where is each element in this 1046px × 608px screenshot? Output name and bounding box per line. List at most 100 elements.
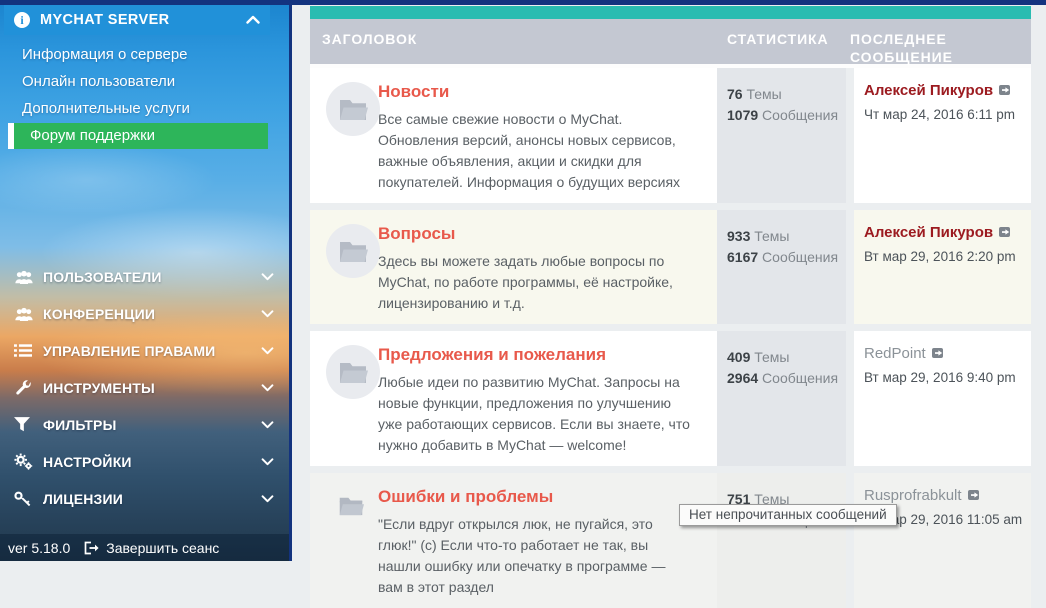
column-header-title: ЗАГОЛОВОК [322,31,418,47]
sidebar-sections: ПОЛЬЗОВАТЕЛИ КОНФЕРЕНЦИИ УПРАВЛЕНИЕ ПРАВ… [0,258,289,517]
logout-button[interactable]: Завершить сеанс [84,540,219,556]
forum-table-header: ЗАГОЛОВОК СТАТИСТИКА ПОСЛЕДНЕЕ СООБЩЕНИЕ [310,19,1031,65]
messages-count: 1079 [727,107,759,123]
forum-cell-title: Вопросы Здесь вы можете задать любые воп… [310,210,717,324]
goto-last-post-icon[interactable] [999,225,1013,243]
last-post-user-link[interactable]: Алексей Пикуров [864,82,993,99]
sidebar-section-label: ЛИЦЕНЗИИ [43,490,124,507]
key-icon [14,490,36,508]
sidebar-section-label: КОНФЕРЕНЦИИ [43,305,156,322]
sidebar-section-settings[interactable]: НАСТРОЙКИ [0,443,289,480]
last-post-user-link[interactable]: RedPoint [864,345,926,362]
topics-label: Темы [746,86,782,102]
sidebar-section-rights-management[interactable]: УПРАВЛЕНИЕ ПРАВАМИ [0,332,289,369]
forum-cell-last-message: Rusprofrabkult Вт мар 29, 2016 11:05 am [854,473,1031,608]
sidebar-item-extra-services[interactable]: Дополнительные услуги [0,95,289,122]
forum-cell-last-message: Алексей Пикуров Чт мар 24, 2016 6:11 pm [854,68,1031,203]
sidebar-section-label: НАСТРОЙКИ [43,453,132,470]
sidebar-section-label: ПОЛЬЗОВАТЕЛИ [43,268,162,285]
topics-label: Темы [754,228,790,244]
forum-page: ЗАГОЛОВОК СТАТИСТИКА ПОСЛЕДНЕЕ СООБЩЕНИЕ… [289,0,1046,608]
sidebar-links: Информация о сервере Онлайн пользователи… [0,41,289,122]
folder-icon [326,345,380,399]
chevron-down-icon [261,416,275,434]
version-label: ver 5.18.0 [8,539,71,556]
chevron-down-icon [261,342,275,360]
last-post-user-link[interactable]: Rusprofrabkult [864,487,962,504]
sidebar-section-filters[interactable]: ФИЛЬТРЫ [0,406,289,443]
column-header-last-message: ПОСЛЕДНЕЕ СООБЩЕНИЕ [850,31,953,65]
table-top-accent [310,6,1031,19]
forum-cell-stats: 409 Темы 2964 Сообщения [717,331,846,466]
goto-last-post-icon[interactable] [931,346,946,364]
chevron-down-icon [261,490,275,508]
sidebar-item-online-users[interactable]: Онлайн пользователи [0,68,289,95]
forum-row-suggestions: Предложения и пожелания Любые идеи по ра… [310,331,1031,466]
list-icon [14,342,36,360]
sidebar-header-title: MYCHAT SERVER [40,11,170,28]
folder-icon [326,82,380,136]
forum-cell-stats: 751 Темы 6324 Сообщения [717,473,846,608]
column-gap [846,68,854,203]
messages-count: 2964 [727,370,759,386]
filter-icon [14,416,36,434]
chevron-down-icon [261,453,275,471]
sidebar-item-server-info[interactable]: Информация о сервере [0,41,289,68]
sidebar-header-mychat-server[interactable]: i MYCHAT SERVER [4,4,270,35]
gears-icon [14,453,36,471]
wrench-icon [14,379,36,397]
forum-row-questions: Вопросы Здесь вы можете задать любые воп… [310,210,1031,324]
forum-title-link[interactable]: Ошибки и проблемы [378,487,553,507]
last-post-date: Вт мар 29, 2016 9:40 pm [864,370,1016,385]
chevron-down-icon [261,268,275,286]
forum-title-link[interactable]: Вопросы [378,224,455,244]
column-gap [846,331,854,466]
sidebar-section-conferences[interactable]: КОНФЕРЕНЦИИ [0,295,289,332]
forum-title-link[interactable]: Предложения и пожелания [378,345,606,365]
chevron-up-icon [246,11,260,29]
messages-label: Сообщения [762,370,839,386]
messages-label: Сообщения [762,249,839,265]
sidebar-section-users[interactable]: ПОЛЬЗОВАТЕЛИ [0,258,289,295]
forum-title-link[interactable]: Новости [378,82,449,102]
topics-count: 76 [727,86,743,102]
goto-last-post-icon[interactable] [999,83,1013,101]
last-post-user-link[interactable]: Алексей Пикуров [864,224,993,241]
forum-description: Здесь вы можете задать любые вопросы по … [378,253,673,311]
topics-label: Темы [754,349,790,365]
last-post-date: Вт мар 29, 2016 2:20 pm [864,249,1016,264]
sidebar-section-label: ИНСТРУМЕНТЫ [43,379,155,396]
column-gap [846,473,854,608]
forum-description: "Если вдруг открылся люк, не пугайся, эт… [378,516,666,595]
chevron-down-icon [261,305,275,323]
forum-row-news: Новости Все самые свежие новости о MyCha… [310,68,1031,203]
forum-cell-last-message: RedPoint Вт мар 29, 2016 9:40 pm [854,331,1031,466]
goto-last-post-icon[interactable] [967,488,982,506]
last-post-date: Чт мар 24, 2016 6:11 pm [864,107,1016,122]
messages-label: Сообщения [762,107,839,123]
folder-icon [328,483,374,529]
forum-cell-title: Ошибки и проблемы "Если вдруг открылся л… [310,473,717,608]
forum-cell-stats: 76 Темы 1079 Сообщения [717,68,846,203]
top-accent-bar [0,0,1046,5]
sidebar-section-tools[interactable]: ИНСТРУМЕНТЫ [0,369,289,406]
sidebar-section-label: УПРАВЛЕНИЕ ПРАВАМИ [43,342,216,359]
users-icon [14,305,36,323]
sidebar: i MYCHAT SERVER Информация о сервере Онл… [0,0,289,561]
sidebar-item-support-forum-active[interactable]: Форум поддержки [8,123,268,149]
sidebar-section-licenses[interactable]: ЛИЦЕНЗИИ [0,480,289,517]
forum-cell-stats: 933 Темы 6167 Сообщения [717,210,846,324]
forum-cell-title: Предложения и пожелания Любые идеи по ра… [310,331,717,466]
forum-cell-title: Новости Все самые свежие новости о MyCha… [310,68,717,203]
unread-messages-tooltip: Нет непрочитанных сообщений [679,504,897,526]
column-header-stats: СТАТИСТИКА [727,31,829,47]
messages-count: 6167 [727,249,759,265]
forum-description: Любые идеи по развитию MyChat. Запросы н… [378,374,690,453]
forum-row-bugs: Ошибки и проблемы "Если вдруг открылся л… [310,473,1031,608]
sidebar-section-label: ФИЛЬТРЫ [43,416,117,433]
chevron-down-icon [261,379,275,397]
forum-description: Все самые свежие новости о MyChat. Обнов… [378,111,681,190]
users-icon [14,268,36,286]
topics-count: 409 [727,349,751,365]
forum-cell-last-message: Алексей Пикуров Вт мар 29, 2016 2:20 pm [854,210,1031,324]
